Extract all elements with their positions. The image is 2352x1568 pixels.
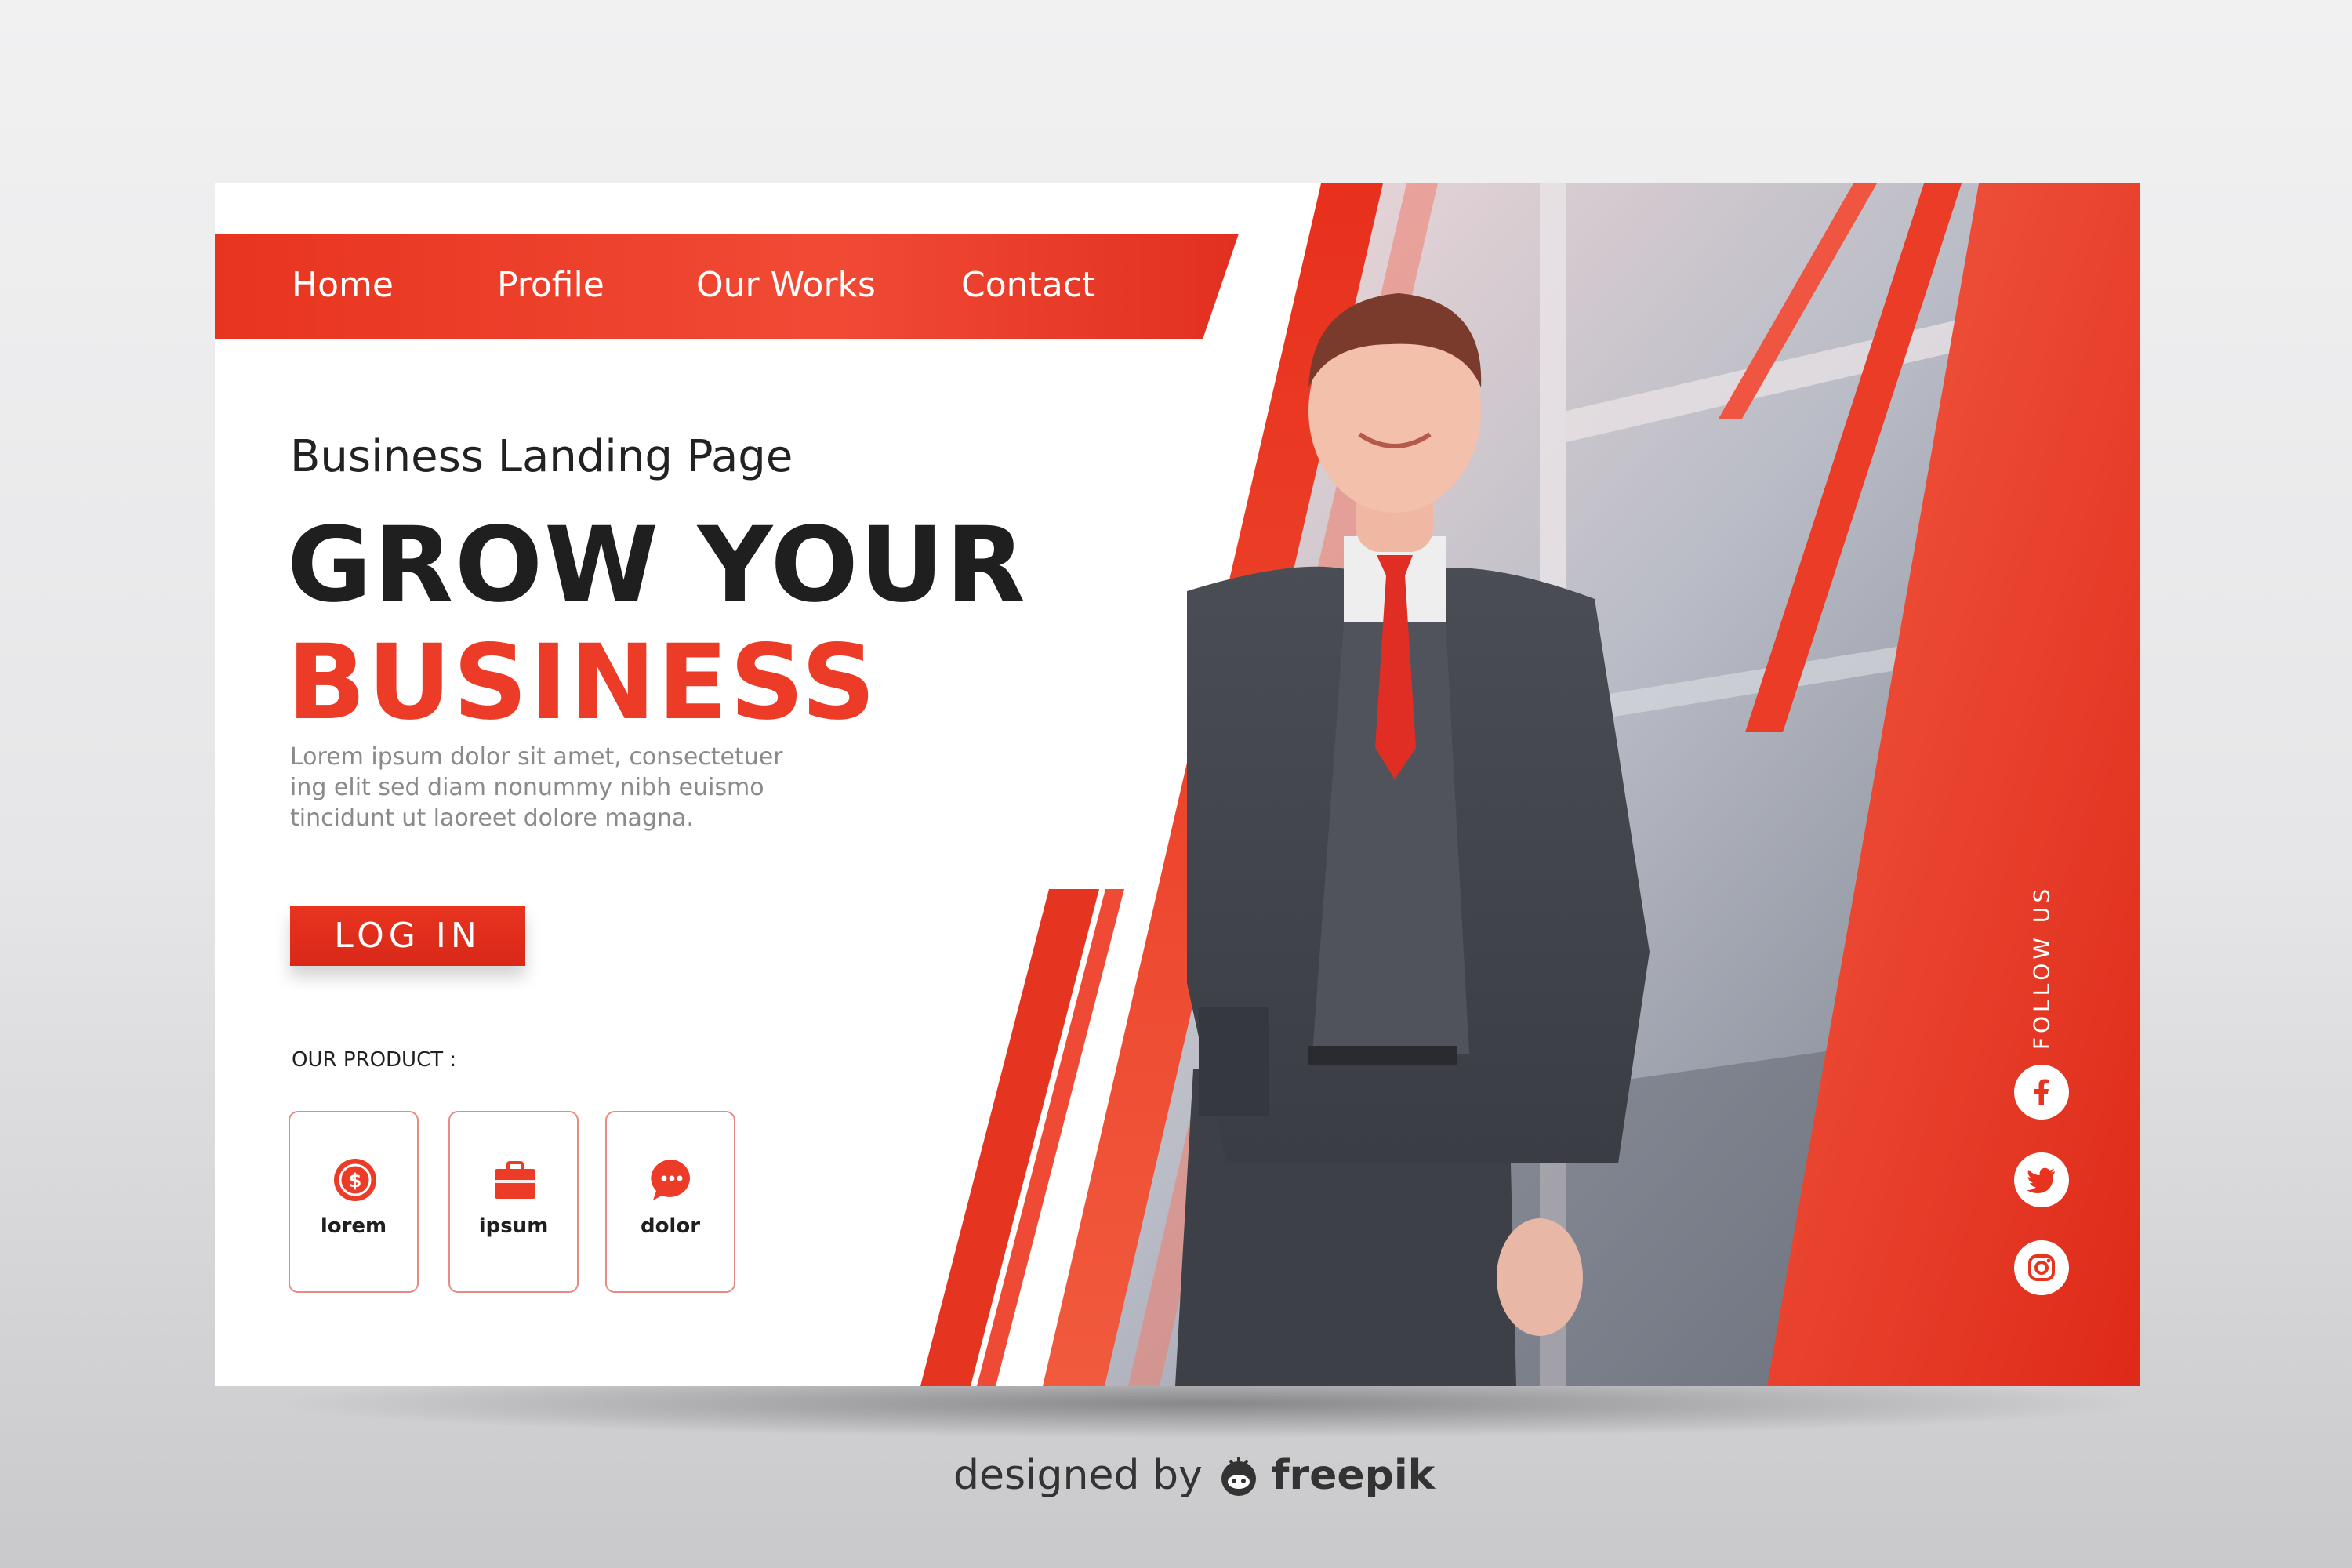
hero-description-line: ing elit sed diam nonummy nibh euismo <box>290 774 764 801</box>
twitter-icon <box>2027 1167 2055 1194</box>
nav-home-link[interactable]: Home <box>292 265 394 305</box>
landing-card: Home Profile Our Works Contact Business … <box>215 183 2140 1386</box>
freepik-logo-icon <box>1221 1457 1256 1496</box>
instagram-icon <box>2028 1254 2055 1281</box>
product-label: lorem <box>320 1214 387 1238</box>
product-card-dolor[interactable]: dolor <box>605 1111 735 1293</box>
attribution-brand: freepik <box>1271 1452 1436 1499</box>
page-background: Home Profile Our Works Contact Business … <box>0 0 2352 1568</box>
nav-contact-link[interactable]: Contact <box>961 265 1095 305</box>
hero-description-line: tincidunt ut laoreet dolore magna. <box>290 804 694 832</box>
login-button[interactable]: LOG IN <box>290 906 525 966</box>
dollar-coin-icon: $ <box>334 1159 376 1201</box>
svg-text:$: $ <box>349 1170 362 1192</box>
follow-us-label: FOLLOW US <box>2028 884 2055 1051</box>
attribution-prefix: designed by <box>953 1452 1203 1499</box>
product-label: ipsum <box>478 1214 549 1238</box>
attribution: designed by freepik <box>953 1452 1435 1499</box>
products-heading: OUR PRODUCT : <box>292 1048 457 1072</box>
briefcase-icon <box>495 1161 535 1199</box>
headline-line-2: BUSINESS <box>287 622 877 743</box>
nav-profile-link[interactable]: Profile <box>497 265 604 305</box>
facebook-icon <box>2034 1079 2049 1105</box>
instagram-button[interactable] <box>2014 1240 2069 1295</box>
product-card-ipsum[interactable]: ipsum <box>448 1111 579 1293</box>
page-subtitle: Business Landing Page <box>290 431 793 482</box>
chat-bubble-icon <box>651 1159 690 1200</box>
product-card-lorem[interactable]: $ lorem <box>289 1111 419 1293</box>
headline-line-1: GROW YOUR <box>287 505 1027 626</box>
nav-our-works-link[interactable]: Our Works <box>696 265 876 305</box>
product-label: dolor <box>640 1214 701 1238</box>
twitter-button[interactable] <box>2014 1152 2069 1207</box>
hero-description-line: Lorem ipsum dolor sit amet, consectetuer <box>290 743 783 771</box>
hero-description: Lorem ipsum dolor sit amet, consectetuer… <box>290 742 839 833</box>
facebook-button[interactable] <box>2014 1065 2069 1120</box>
